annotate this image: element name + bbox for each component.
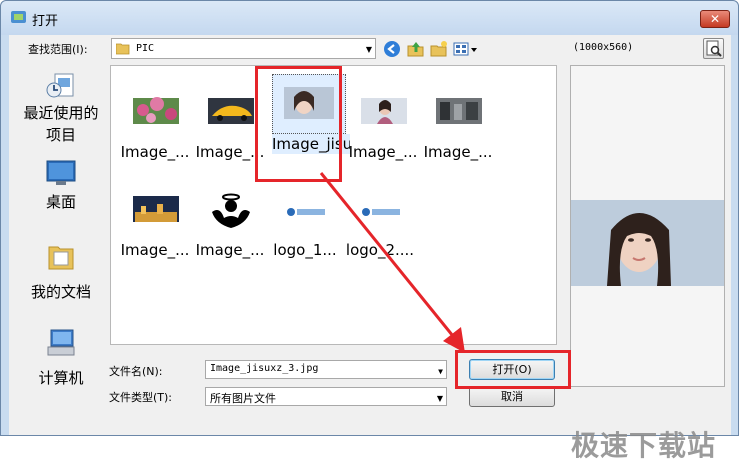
image-thumbnail	[436, 98, 482, 124]
image-thumbnail	[208, 98, 254, 124]
close-button[interactable]: ✕	[700, 10, 730, 28]
open-file-dialog: 打开 ✕ 查找范围(I): PIC ▼ (1000x560) 最近使用的项目 桌…	[0, 0, 739, 462]
filename-value: Image_jisuxz_3.jpg	[210, 363, 319, 374]
preview-size-label: (1000x560)	[573, 42, 634, 53]
computer-icon	[47, 329, 75, 356]
cancel-button[interactable]: 取消	[469, 386, 555, 407]
dialog-body: 查找范围(I): PIC ▼ (1000x560) 最近使用的项目 桌面 我的文…	[9, 35, 731, 462]
place-label: 我的文档	[30, 283, 91, 301]
file-name: Image_...	[423, 143, 493, 161]
recent-items-icon	[46, 73, 74, 98]
places-bar: 最近使用的项目 桌面 我的文档 计算机	[14, 65, 108, 435]
filetype-combo[interactable]: 所有图片文件 ▼	[205, 387, 447, 406]
preview-icon	[706, 40, 722, 57]
image-thumbnail	[133, 97, 179, 124]
filetype-label: 文件类型(T):	[109, 391, 173, 404]
title-bar: 打开 ✕	[1, 1, 738, 35]
image-thumbnail	[133, 196, 179, 222]
file-name: Image_...	[348, 143, 418, 161]
preview-toggle-button[interactable]	[703, 38, 724, 59]
folder-icon	[116, 43, 130, 55]
app-icon	[11, 11, 26, 23]
file-item[interactable]: Image_...	[119, 90, 191, 170]
back-icon[interactable]	[383, 40, 401, 58]
image-thumbnail	[361, 98, 407, 124]
my-documents-icon	[48, 246, 74, 270]
place-label: 计算机	[38, 369, 84, 387]
up-folder-icon[interactable]	[407, 40, 425, 58]
view-menu-icon[interactable]	[453, 40, 479, 58]
place-my-documents[interactable]: 我的文档	[14, 241, 108, 302]
file-item[interactable]: Image_...	[347, 90, 419, 170]
filename-label: 文件名(N):	[109, 365, 163, 378]
file-name: Image_...	[195, 241, 265, 259]
chevron-down-icon: ▼	[365, 45, 372, 54]
desktop-icon	[46, 160, 76, 185]
new-folder-icon[interactable]	[430, 40, 448, 58]
annotation-arrow	[319, 172, 465, 353]
image-thumbnail	[208, 192, 254, 230]
window-title: 打开	[32, 14, 59, 29]
look-in-combo[interactable]: PIC ▼	[111, 38, 376, 59]
watermark-text: 极速下载站	[571, 429, 717, 462]
filetype-value: 所有图片文件	[210, 392, 276, 405]
chevron-down-icon[interactable]: ▼	[438, 367, 443, 376]
place-computer[interactable]: 计算机	[14, 327, 108, 388]
chevron-down-icon: ▼	[436, 394, 443, 403]
preview-image	[571, 200, 724, 286]
place-label: 最近使用的项目	[23, 104, 99, 144]
place-desktop[interactable]: 桌面	[14, 157, 108, 212]
file-item[interactable]: Image_...	[194, 188, 266, 268]
place-label: 桌面	[45, 193, 76, 211]
file-name: Image_...	[120, 143, 190, 161]
file-item[interactable]: Image_...	[119, 188, 191, 268]
preview-pane	[570, 65, 725, 387]
file-name: Image_...	[120, 241, 190, 259]
current-folder-name: PIC	[136, 43, 155, 54]
look-in-label: 查找范围(I):	[28, 43, 88, 56]
place-recent-items[interactable]: 最近使用的项目	[14, 70, 108, 146]
file-item[interactable]: Image_...	[422, 90, 494, 170]
